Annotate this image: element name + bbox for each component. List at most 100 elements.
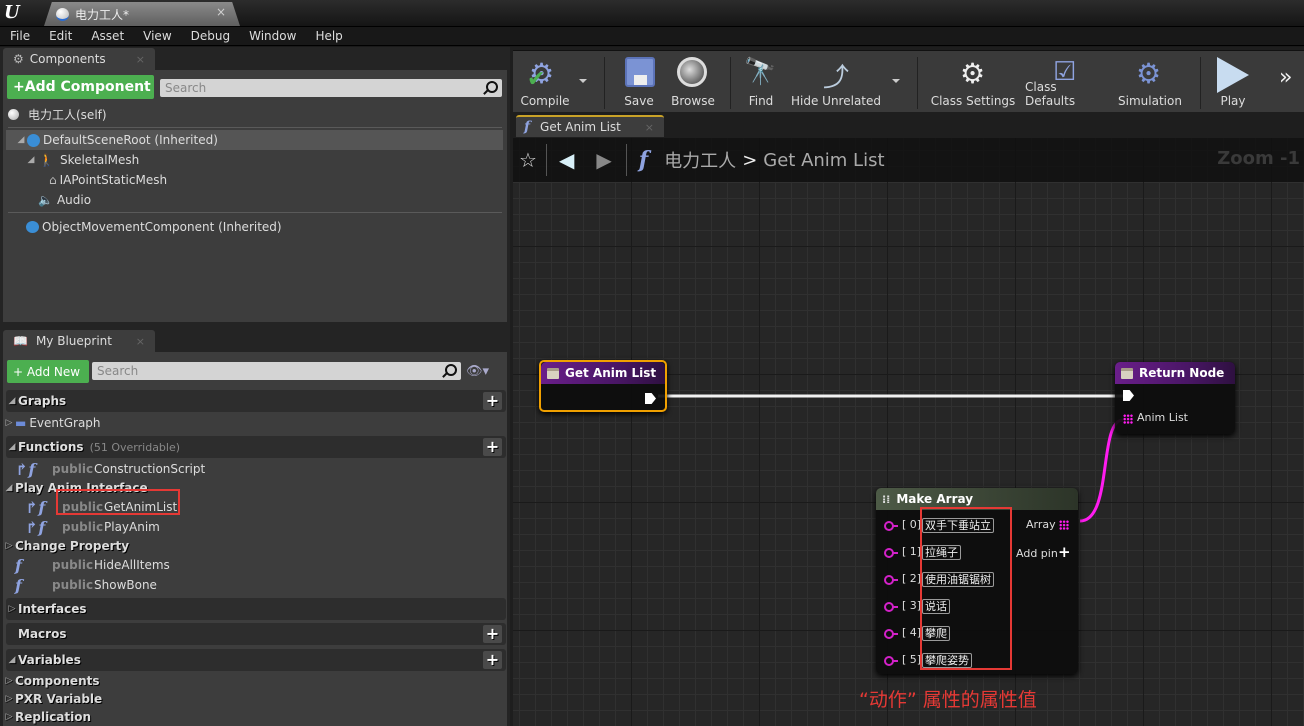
make-array-node[interactable]: ⁝⁞ Make Array Array Add pin + [ 0] 双手下垂站… (876, 488, 1078, 674)
expand-triangle-icon[interactable]: ◢ (25, 155, 37, 165)
function-item-get-anim-list[interactable]: ↱f public GetAnimList (3, 489, 507, 517)
exec-in-pin[interactable] (1123, 390, 1134, 401)
menu-view[interactable]: View (133, 29, 180, 43)
function-item-construction-script[interactable]: ↱f public ConstructionScript (3, 459, 507, 479)
toolbar-separator (1200, 57, 1201, 109)
interfaces-section-header[interactable]: ▷ Interfaces (6, 598, 506, 620)
expand-triangle-icon[interactable]: ▷ (3, 712, 15, 722)
simulation-label: Simulation (1118, 94, 1182, 108)
node-header: Return Node (1115, 362, 1235, 384)
blueprint-search-input[interactable]: Search (92, 362, 461, 380)
add-function-button[interactable]: + (483, 438, 502, 456)
expand-triangle-icon[interactable]: ▷ (6, 604, 18, 614)
find-button[interactable]: 🔭 Find (739, 53, 783, 111)
collapse-triangle-icon[interactable]: ◢ (3, 483, 15, 493)
close-components-icon[interactable]: × (136, 53, 145, 66)
save-button[interactable]: Save (617, 53, 661, 111)
close-tab-icon[interactable]: × (216, 5, 226, 19)
collapse-triangle-icon[interactable]: ◢ (6, 442, 18, 452)
variable-category-pxr[interactable]: ▷ PXR Variable (3, 690, 103, 708)
array-output-pin[interactable] (1059, 520, 1069, 530)
browse-button[interactable]: Browse (665, 53, 721, 111)
collapse-triangle-icon[interactable]: ◢ (6, 655, 18, 665)
document-tab[interactable]: 电力工人* × (44, 2, 240, 26)
add-pin-label[interactable]: Add pin (1016, 547, 1058, 560)
hide-unrelated-label: Hide Unrelated (791, 94, 882, 108)
get-anim-list-entry-node[interactable]: Get Anim List (539, 360, 667, 412)
variables-section-header[interactable]: ◢ Variables + (6, 649, 506, 671)
compile-gears-icon: ⚙ ✔ (527, 57, 555, 92)
close-graph-tab-icon[interactable]: × (645, 121, 654, 134)
add-variable-button[interactable]: + (483, 651, 502, 669)
tree-item-default-scene-root[interactable]: ◢ DefaultSceneRoot (Inherited) (6, 130, 503, 150)
self-item-label: 电力工人(self) (28, 107, 107, 122)
function-name: ConstructionScript (94, 462, 206, 476)
functions-section-header[interactable]: ◢ Functions (51 Overridable) + (6, 436, 506, 458)
function-item-show-bone[interactable]: f public ShowBone (3, 575, 507, 595)
components-tab[interactable]: ⚙ Components × (3, 48, 155, 70)
menu-window[interactable]: Window (239, 29, 305, 43)
graphs-section-header[interactable]: ◢ Graphs + (6, 390, 506, 412)
blueprint-graph-canvas[interactable]: ☆ ◀ ▶ f 电力工人 > Get Anim List Zoom -1 Get… (513, 138, 1304, 726)
add-macro-button[interactable]: + (483, 625, 502, 643)
divider (8, 212, 502, 213)
string-input-pin[interactable] (884, 548, 898, 558)
hide-unrelated-dropdown-icon[interactable] (892, 79, 900, 83)
tree-item-static-mesh[interactable]: ⌂ IAPointStaticMesh (3, 170, 507, 190)
menu-help[interactable]: Help (305, 29, 351, 43)
string-input-pin[interactable] (884, 575, 898, 585)
function-item-hide-all-items[interactable]: f public HideAllItems (3, 555, 507, 575)
graph-tab-get-anim-list[interactable]: f Get Anim List × (516, 115, 664, 137)
actor-sphere-icon (8, 108, 19, 120)
make-array-icon: ⁝⁞ (882, 492, 891, 506)
menu-edit[interactable]: Edit (39, 29, 81, 43)
string-input-pin[interactable] (884, 521, 898, 531)
return-node[interactable]: Return Node Anim List (1115, 362, 1235, 434)
event-graph-item[interactable]: ▷ ▬ EventGraph (3, 413, 507, 433)
add-new-button[interactable]: + Add New (7, 360, 89, 383)
menu-debug[interactable]: Debug (181, 29, 239, 43)
compile-options-dropdown-icon[interactable] (579, 79, 587, 83)
expand-triangle-icon[interactable]: ◢ (15, 135, 27, 145)
tree-item-audio[interactable]: 🔈 Audio (3, 190, 507, 210)
menu-bar: File Edit Asset View Debug Window Help (0, 26, 1304, 46)
macros-section-header[interactable]: Macros + (6, 623, 506, 645)
browse-magnifier-icon (677, 57, 707, 87)
toolbar-overflow-icon[interactable]: » (1279, 65, 1292, 90)
visibility-eye-icon[interactable]: 👁▾ (466, 364, 489, 379)
tree-item-skeletal-mesh[interactable]: ◢ 🚶 SkeletalMesh (3, 150, 507, 170)
hide-unrelated-button[interactable]: ⤴ Hide Unrelated (791, 53, 881, 111)
expand-triangle-icon[interactable]: ▷ (3, 694, 15, 704)
string-input-pin[interactable] (884, 656, 898, 666)
add-graph-button[interactable]: + (483, 392, 502, 410)
string-input-pin[interactable] (884, 629, 898, 639)
tree-item-label: Audio (56, 193, 92, 207)
change-property-category[interactable]: ▷ Change Property (3, 537, 130, 555)
function-name: PlayAnim (104, 520, 160, 534)
compile-button[interactable]: ⚙ ✔ Compile (517, 53, 573, 111)
function-item-play-anim[interactable]: ↱f public PlayAnim (3, 517, 507, 537)
my-blueprint-tab[interactable]: 📖 My Blueprint × (3, 330, 155, 352)
expand-triangle-icon[interactable]: ▷ (3, 541, 15, 551)
tree-item-object-movement[interactable]: ObjectMovementComponent (Inherited) (3, 217, 507, 237)
variable-category-replication[interactable]: ▷ Replication (3, 708, 92, 726)
class-settings-button[interactable]: ⚙ Class Settings (930, 53, 1016, 111)
toolbar-separator (730, 57, 731, 109)
collapse-triangle-icon[interactable]: ◢ (6, 396, 18, 406)
class-defaults-button[interactable]: ☑ Class Defaults (1025, 53, 1109, 111)
expand-triangle-icon[interactable]: ▷ (3, 418, 15, 428)
add-pin-plus-icon[interactable]: + (1058, 543, 1071, 561)
string-input-pin[interactable] (884, 602, 898, 612)
array-pin-icon[interactable] (1123, 414, 1133, 424)
play-button[interactable]: Play (1211, 53, 1255, 111)
menu-asset[interactable]: Asset (81, 29, 133, 43)
expand-triangle-icon[interactable]: ▷ (3, 676, 15, 686)
menu-file[interactable]: File (0, 29, 39, 43)
components-search-input[interactable]: Search (160, 79, 502, 97)
self-item[interactable]: 电力工人(self) (3, 104, 507, 124)
variable-category-components[interactable]: ▷ Components (3, 672, 100, 690)
exec-out-pin[interactable] (645, 393, 656, 404)
simulation-button[interactable]: ⚙ Simulation (1118, 53, 1182, 111)
close-my-blueprint-icon[interactable]: × (136, 335, 145, 348)
add-component-button[interactable]: +Add Component (7, 75, 154, 99)
